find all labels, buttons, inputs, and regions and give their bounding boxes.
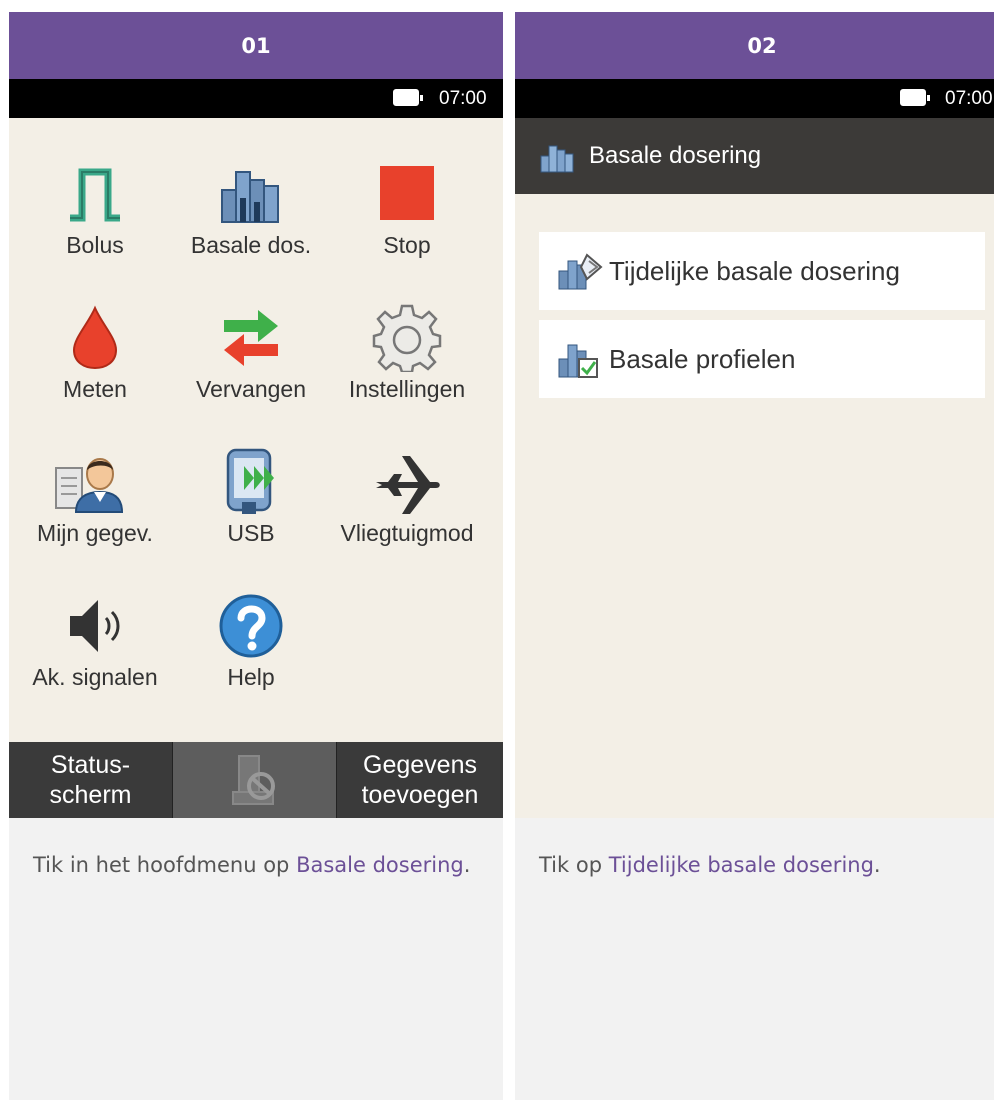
menu-item-usb[interactable]: USB xyxy=(171,406,331,546)
help-icon xyxy=(219,594,283,658)
basal-menu: Tijdelijke basale dosering Basale profie… xyxy=(515,194,994,818)
menu-label: Bolus xyxy=(66,232,124,258)
menu-item-instellingen[interactable]: Instellingen xyxy=(327,262,487,402)
menu-item-basal[interactable]: Basale dos. xyxy=(171,118,331,258)
basal-rate-icon xyxy=(540,145,574,173)
swap-arrows-icon xyxy=(224,310,278,366)
menu-label: Basale dos. xyxy=(190,232,312,258)
menu-item-label: Tijdelijke basale dosering xyxy=(609,255,900,286)
step-panel-1: 01 07:00 Bolus Basale dos. Stop Meten Ve… xyxy=(9,12,503,1100)
menu-item-temporary-basal[interactable]: Tijdelijke basale dosering xyxy=(539,232,985,310)
status-bar: 07:00 xyxy=(9,79,503,118)
main-menu: Bolus Basale dos. Stop Meten Vervangen I… xyxy=(9,118,503,742)
screen-title-bar: Basale dosering xyxy=(515,118,994,194)
caption-link[interactable]: Tijdelijke basale dosering xyxy=(609,853,874,877)
menu-label: Instellingen xyxy=(348,376,466,402)
battery-icon xyxy=(900,89,930,106)
clock: 07:00 xyxy=(439,88,487,109)
menu-item-vervangen[interactable]: Vervangen xyxy=(171,262,331,402)
caption-text: Tik op xyxy=(539,853,609,877)
menu-item-signalen[interactable]: Ak. signalen xyxy=(15,550,175,690)
menu-item-meten[interactable]: Meten xyxy=(15,262,175,402)
battery-icon xyxy=(393,89,423,106)
basal-rate-icon xyxy=(221,171,279,223)
blood-drop-icon xyxy=(72,305,118,370)
gear-icon xyxy=(372,304,442,372)
add-data-button[interactable]: Gegevens toevoegen xyxy=(337,742,503,818)
menu-label: Help xyxy=(227,664,275,690)
caption-text-end: . xyxy=(873,853,881,877)
menu-item-bolus[interactable]: Bolus xyxy=(15,118,175,258)
step-number: 01 xyxy=(9,12,503,79)
menu-item-help[interactable]: Help xyxy=(171,550,331,690)
bolus-icon xyxy=(70,168,120,222)
my-data-icon xyxy=(55,458,124,513)
status-screen-button[interactable]: Status- scherm xyxy=(9,742,172,818)
pump-status-button[interactable] xyxy=(172,742,337,818)
menu-label: Ak. signalen xyxy=(32,664,158,690)
status-bar: 07:00 xyxy=(515,79,994,118)
step-number: 02 xyxy=(515,12,994,79)
screen-title: Basale dosering xyxy=(589,142,762,169)
basal-profiles-icon xyxy=(558,344,598,378)
menu-label: Vervangen xyxy=(196,376,306,402)
pump-disconnected-icon xyxy=(231,755,275,805)
speaker-icon xyxy=(70,600,120,652)
menu-label: Meten xyxy=(63,376,127,402)
usb-device-icon xyxy=(226,448,274,514)
airplane-icon xyxy=(376,456,440,514)
menu-label: USB xyxy=(227,520,275,546)
clock: 07:00 xyxy=(945,88,993,109)
caption-link[interactable]: Basale dosering xyxy=(296,853,464,877)
menu-item-vliegtuigmodus[interactable]: Vliegtuigmod xyxy=(327,406,487,546)
status-screen-label: Status- scherm xyxy=(49,751,132,809)
add-data-label: Gegevens toevoegen xyxy=(361,751,479,809)
menu-label: Vliegtuigmod xyxy=(340,520,474,546)
menu-item-label: Basale profielen xyxy=(609,343,796,374)
menu-item-stop[interactable]: Stop xyxy=(327,118,487,258)
step-caption: Tik op Tijdelijke basale dosering. xyxy=(539,846,979,884)
stop-icon xyxy=(380,166,434,220)
menu-item-mijn-gegevens[interactable]: Mijn gegev. xyxy=(15,406,175,546)
menu-label: Mijn gegev. xyxy=(37,520,153,546)
step-caption: Tik in het hoofdmenu op Basale dosering. xyxy=(33,846,473,884)
caption-text-end: . xyxy=(463,853,471,877)
bottom-bar: Status- scherm Gegevens toevoegen xyxy=(9,742,503,818)
menu-item-basal-profiles[interactable]: Basale profielen xyxy=(539,320,985,398)
caption-text: Tik in het hoofdmenu op xyxy=(33,853,297,877)
temporary-basal-icon xyxy=(558,253,603,290)
menu-label: Stop xyxy=(383,232,431,258)
step-panel-2: 02 07:00 Basale dosering Tijdelijke basa… xyxy=(515,12,994,1100)
